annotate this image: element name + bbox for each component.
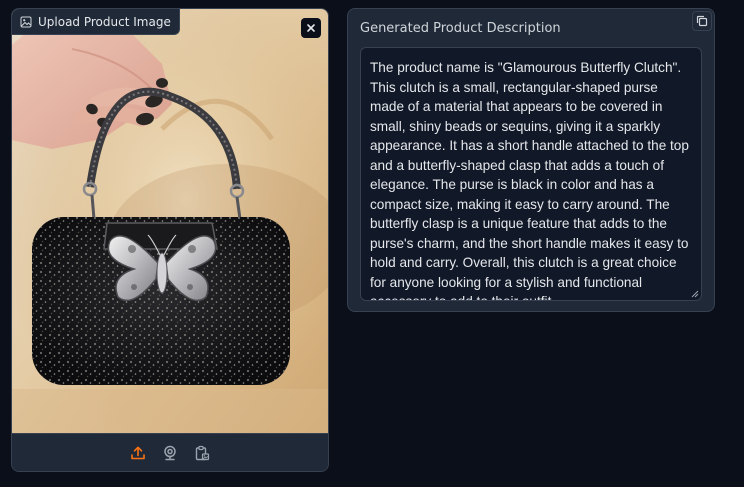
webcam-icon xyxy=(164,445,176,461)
image-icon xyxy=(20,16,32,28)
product-image xyxy=(12,9,328,433)
webcam-button[interactable] xyxy=(160,443,180,463)
description-textarea[interactable]: The product name is "Glamourous Butterfl… xyxy=(360,47,702,301)
clear-image-button[interactable] xyxy=(301,18,321,38)
resize-grip-icon[interactable] xyxy=(691,290,699,298)
upload-button[interactable] xyxy=(128,443,148,463)
description-title: Generated Product Description xyxy=(360,21,561,36)
clipboard-icon xyxy=(195,445,210,461)
description-panel: Generated Product Description The produc… xyxy=(347,8,715,312)
image-source-toolbar xyxy=(12,433,328,471)
copy-button[interactable] xyxy=(692,11,712,31)
image-upload-panel[interactable]: Upload Product Image xyxy=(11,8,329,472)
description-text: The product name is "Glamourous Butterfl… xyxy=(370,60,689,300)
upload-icon xyxy=(131,446,145,460)
upload-label-text: Upload Product Image xyxy=(38,14,171,29)
copy-icon xyxy=(696,15,708,27)
app-page: Upload Product Image Generated Product D… xyxy=(0,0,744,487)
paste-from-clipboard-button[interactable] xyxy=(192,443,212,463)
upload-label: Upload Product Image xyxy=(12,9,180,35)
close-icon xyxy=(307,24,315,32)
